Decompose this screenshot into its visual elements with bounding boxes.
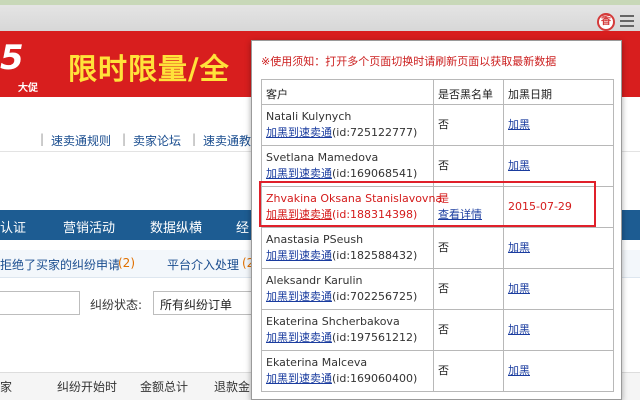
column-header: 退款金 <box>214 380 251 394</box>
banner-text: 限时限量/全 <box>68 52 230 86</box>
dispute-status-select[interactable]: 所有纠纷订单 <box>153 291 263 315</box>
table-row: Ekaterina Shcherbakova 加黑到速卖通(id:1975612… <box>261 309 614 351</box>
date-cell: 加黑 <box>503 227 614 269</box>
column-header: 家 <box>0 380 13 394</box>
dispute-status-label: 纠纷状态: <box>90 298 143 312</box>
blacklist-action-link[interactable]: 加黑 <box>508 117 530 133</box>
customer-id: (id:725122777) <box>332 126 418 139</box>
customer-cell: Anastasia PSeush 加黑到速卖通(id:182588432) <box>261 227 434 269</box>
add-blacklist-link[interactable]: 加黑到速卖通 <box>266 167 332 180</box>
customer-id: (id:169068541) <box>332 167 418 180</box>
buyer-blacklist-table: 客户 是否黑名单 加黑日期 Natali Kulynych 加黑到速卖通(id:… <box>261 79 614 392</box>
customer-name: Anastasia PSeush <box>266 233 364 246</box>
customer-name: Ekaterina Shcherbakova <box>266 315 400 328</box>
date-cell: 加黑 <box>503 104 614 146</box>
blacklist-action-link[interactable]: 加黑 <box>508 240 530 256</box>
table-row: Aleksandr Karulin 加黑到速卖通(id:702256725) 否… <box>261 268 614 310</box>
search-input[interactable] <box>0 291 80 315</box>
customer-id: (id:197561212) <box>332 331 418 344</box>
banner-number: 5 <box>0 38 24 78</box>
customer-id: (id:702256725) <box>332 290 418 303</box>
customer-name: Svetlana Mamedova <box>266 151 379 164</box>
table-header-row: 客户 是否黑名单 加黑日期 <box>261 79 614 105</box>
browser-toolbar: 香 <box>0 0 640 34</box>
highlight-box <box>259 181 596 227</box>
status-cell: 否 <box>433 227 504 269</box>
separator: | <box>122 132 127 146</box>
link-tutorial[interactable]: 速卖通教 <box>203 132 251 149</box>
separator: | <box>40 132 45 146</box>
customer-cell: Ekaterina Shcherbakova 加黑到速卖通(id:1975612… <box>261 309 434 351</box>
customer-cell: Natali Kulynych 加黑到速卖通(id:725122777) <box>261 104 434 146</box>
customer-name: Natali Kulynych <box>266 110 352 123</box>
nav-item-data[interactable]: 数据纵横 <box>150 217 202 236</box>
nav-item-more[interactable]: 经 <box>236 217 249 236</box>
blacklist-action-link[interactable]: 加黑 <box>508 281 530 297</box>
menu-icon[interactable] <box>620 15 634 27</box>
customer-name: Ekaterina Malceva <box>266 356 368 369</box>
link-forum[interactable]: 卖家论坛 <box>133 132 181 149</box>
blacklist-action-link[interactable]: 加黑 <box>508 322 530 338</box>
rejected-disputes-link[interactable]: 拒绝了买家的纠纷申请 <box>0 256 120 273</box>
customer-id: (id:169060400) <box>332 372 418 385</box>
rejected-count: (2) <box>118 256 135 270</box>
date-cell: 加黑 <box>503 268 614 310</box>
customer-cell: Ekaterina Malceva 加黑到速卖通(id:169060400) <box>261 350 434 392</box>
blacklist-status: 否 <box>438 364 449 377</box>
blacklist-status: 否 <box>438 241 449 254</box>
status-cell: 否 <box>433 268 504 310</box>
extension-icon[interactable]: 香 <box>597 13 615 31</box>
blacklist-action-link[interactable]: 加黑 <box>508 158 530 174</box>
customer-cell: Aleksandr Karulin 加黑到速卖通(id:702256725) <box>261 268 434 310</box>
status-cell: 否 <box>433 104 504 146</box>
blacklist-status: 否 <box>438 323 449 336</box>
platform-intervention-link[interactable]: 平台介入处理 <box>167 256 239 273</box>
blacklist-status: 否 <box>438 159 449 172</box>
header-blacklisted: 是否黑名单 <box>433 79 504 105</box>
add-blacklist-link[interactable]: 加黑到速卖通 <box>266 372 332 385</box>
usage-notice: ※使用须知：打开多个页面切换时请刷新页面以获取最新数据 <box>261 55 557 68</box>
status-cell: 否 <box>433 309 504 351</box>
toolbar-strip <box>0 0 640 5</box>
column-header: 纠纷开始时 <box>57 380 118 394</box>
link-rules[interactable]: 速卖通规则 <box>51 132 111 149</box>
status-cell: 否 <box>433 350 504 392</box>
blacklist-status: 否 <box>438 282 449 295</box>
add-blacklist-link[interactable]: 加黑到速卖通 <box>266 290 332 303</box>
add-blacklist-link[interactable]: 加黑到速卖通 <box>266 331 332 344</box>
date-cell: 加黑 <box>503 350 614 392</box>
header-customer: 客户 <box>261 79 434 105</box>
customer-id: (id:182588432) <box>332 249 418 262</box>
blacklist-action-link[interactable]: 加黑 <box>508 363 530 379</box>
nav-item-marketing[interactable]: 营销活动 <box>63 217 115 236</box>
table-row: Natali Kulynych 加黑到速卖通(id:725122777) 否 加… <box>261 104 614 146</box>
table-row: Anastasia PSeush 加黑到速卖通(id:182588432) 否 … <box>261 227 614 269</box>
separator: | <box>192 132 197 146</box>
banner-tag: 大促 <box>18 83 38 94</box>
table-row: Ekaterina Malceva 加黑到速卖通(id:169060400) 否… <box>261 350 614 392</box>
header-date: 加黑日期 <box>503 79 614 105</box>
add-blacklist-link[interactable]: 加黑到速卖通 <box>266 249 332 262</box>
blacklist-status: 否 <box>438 118 449 131</box>
customer-name: Aleksandr Karulin <box>266 274 363 287</box>
nav-item-auth[interactable]: 认证 <box>0 217 26 236</box>
add-blacklist-link[interactable]: 加黑到速卖通 <box>266 126 332 139</box>
column-header: 金额总计 <box>140 380 189 394</box>
date-cell: 加黑 <box>503 309 614 351</box>
